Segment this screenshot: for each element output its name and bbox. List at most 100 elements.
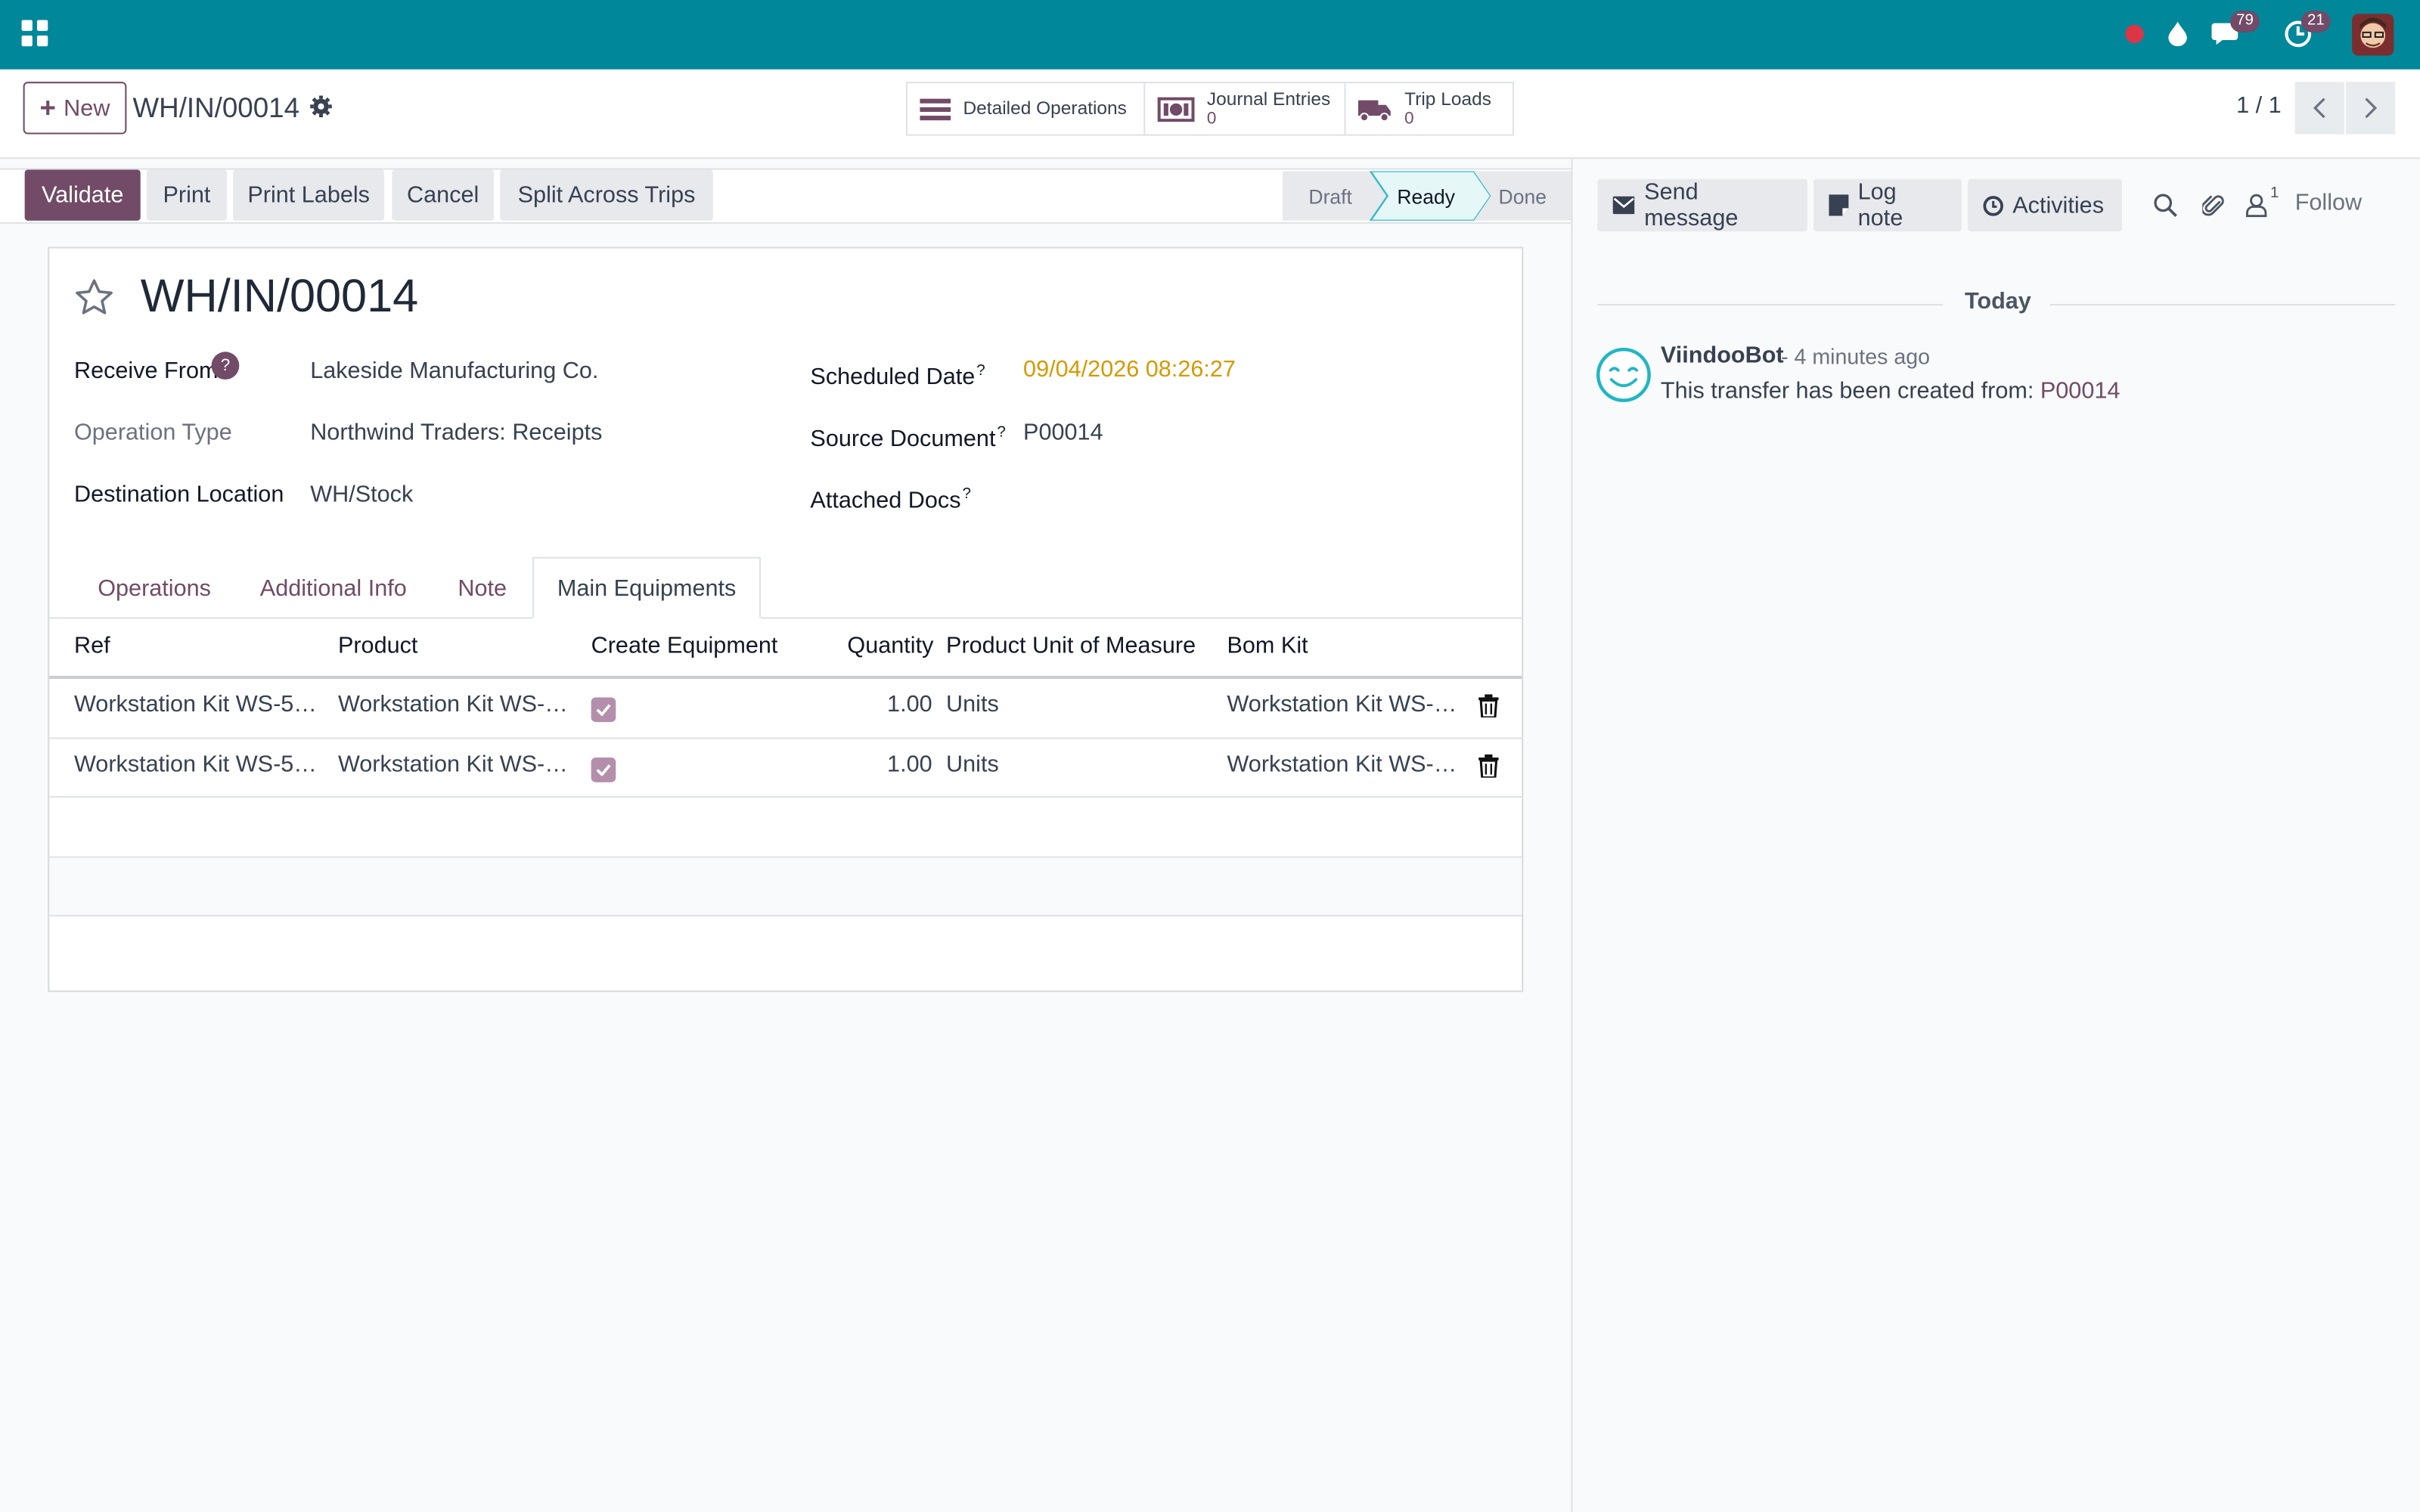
money-icon [1157, 96, 1195, 122]
scheduled-date-value[interactable]: 09/04/2026 08:26:27 [1023, 355, 1236, 386]
stage-ready[interactable]: Ready [1378, 172, 1474, 221]
trip-loads-label: Trip Loads [1404, 87, 1491, 109]
truck-icon [1357, 99, 1391, 122]
tab-additional-info[interactable]: Additional Info [234, 557, 432, 619]
discuss-badge: 79 [2229, 11, 2260, 33]
operation-type-label: Operation Type [73, 420, 232, 446]
scheduled-date-label: Scheduled Date? [810, 362, 985, 391]
row-ref: Workstation Kit WS-50... [73, 691, 321, 717]
receive-from-label: Receive From [73, 358, 219, 385]
row-bom-kit: Workstation Kit WS-5... [1227, 751, 1459, 778]
log-note-button[interactable]: Log note [1813, 178, 1962, 232]
discuss-icon[interactable]: 79 [2208, 11, 2260, 52]
row-quantity: 1.00 [887, 751, 932, 778]
pager-value[interactable]: 1 / 1 [2236, 92, 2282, 119]
stage-draft[interactable]: Draft [1283, 172, 1379, 221]
recording-dot-icon[interactable] [2116, 15, 2153, 52]
new-button[interactable]: + New [23, 82, 127, 135]
message-time: - 4 minutes ago [1781, 344, 1931, 369]
attached-docs-label: Attached Docs? [810, 485, 971, 514]
search-icon[interactable] [2150, 190, 2181, 221]
envelope-icon [1612, 196, 1635, 215]
column-bom-kit[interactable]: Bom Kit [1227, 630, 1308, 664]
list-icon [920, 98, 951, 120]
tab-operations[interactable]: Operations [74, 557, 234, 619]
bot-avatar-icon[interactable] [1596, 347, 1651, 402]
note-icon [1829, 194, 1849, 216]
destination-location-value[interactable]: WH/Stock [310, 480, 413, 511]
message-author[interactable]: ViindooBot [1661, 342, 1784, 369]
help-question-icon[interactable]: ? [211, 352, 240, 380]
source-document-value[interactable]: P00014 [1023, 418, 1103, 449]
row-product: Workstation Kit WS-5... [337, 691, 573, 717]
detailed-operations-button[interactable]: Detailed Operations [908, 83, 1146, 135]
send-message-label: Send message [1644, 178, 1739, 232]
smart-buttons: Detailed Operations Journal Entries 0 Tr… [905, 82, 1515, 136]
chevron-left-icon [2313, 98, 2325, 119]
trip-loads-count: 0 [1404, 108, 1414, 128]
trash-icon[interactable] [1478, 754, 1500, 779]
new-button-label: New [64, 94, 110, 122]
chevron-right-icon [2365, 98, 2378, 119]
send-message-button[interactable]: Send message [1597, 178, 1807, 232]
activities-button[interactable]: Activities [1968, 178, 2123, 232]
date-separator: Today [1964, 288, 2031, 315]
pager-previous-button[interactable] [2294, 82, 2344, 135]
split-across-trips-button[interactable]: Split Across Trips [500, 169, 713, 221]
column-product[interactable]: Product [338, 630, 418, 664]
row-uom: Units [946, 751, 999, 778]
receive-from-value[interactable]: Lakeside Manufacturing Co. [310, 356, 598, 387]
stage-done[interactable]: Done [1478, 172, 1566, 221]
detailed-operations-label: Detailed Operations [963, 97, 1127, 119]
plus-icon: + [39, 92, 56, 124]
gear-icon[interactable] [309, 94, 334, 119]
chatter-divider [1571, 159, 1573, 1512]
tab-main-equipments[interactable]: Main Equipments [532, 556, 762, 619]
destination-location-label: Destination Location [73, 481, 284, 508]
trash-icon[interactable] [1478, 694, 1500, 719]
tab-note[interactable]: Note [432, 557, 532, 619]
source-document-link[interactable]: P00014 [2040, 378, 2121, 404]
top-navbar [0, 0, 2420, 70]
print-button[interactable]: Print [146, 169, 227, 221]
operation-type-value[interactable]: Northwind Traders: Receipts [310, 418, 602, 449]
followers-icon[interactable] [2241, 190, 2272, 221]
breadcrumb-title: WH/IN/00014 [132, 92, 300, 124]
follow-button[interactable]: Follow [2295, 190, 2362, 216]
row-divider [49, 796, 1522, 798]
column-product-uom[interactable]: Product Unit of Measure [946, 630, 1196, 664]
row-ref: Workstation Kit WS-50... [73, 751, 321, 778]
source-document-label: Source Document? [810, 424, 1006, 452]
row-product: Workstation Kit WS-5... [337, 751, 573, 778]
pager-next-button[interactable] [2346, 82, 2396, 135]
log-note-label: Log note [1857, 178, 1903, 232]
create-equipment-checkbox[interactable] [591, 758, 616, 782]
trip-loads-button[interactable]: Trip Loads 0 [1346, 83, 1512, 134]
activity-clock-icon[interactable]: 21 [2279, 11, 2331, 52]
star-icon[interactable] [73, 276, 116, 319]
validate-button[interactable]: Validate [24, 169, 141, 221]
apps-menu-icon[interactable] [21, 20, 48, 47]
print-labels-button[interactable]: Print Labels [233, 169, 385, 221]
create-equipment-checkbox[interactable] [591, 697, 616, 723]
follower-count: 1 [2270, 184, 2279, 203]
row-uom: Units [946, 691, 999, 717]
journal-entries-count: 0 [1206, 108, 1217, 128]
column-create-equipment[interactable]: Create Equipment [591, 630, 778, 664]
column-quantity[interactable]: Quantity [847, 630, 933, 664]
paperclip-icon[interactable] [2198, 190, 2229, 221]
record-name: WH/IN/00014 [140, 271, 419, 323]
clock-icon [1983, 195, 2003, 215]
column-ref[interactable]: Ref [74, 630, 110, 664]
row-bom-kit: Workstation Kit WS-5... [1227, 691, 1459, 717]
date-separator-line [1597, 304, 1944, 306]
empty-row [49, 857, 1522, 916]
cancel-button[interactable]: Cancel [392, 169, 495, 221]
journal-entries-button[interactable]: Journal Entries 0 [1145, 83, 1346, 135]
row-quantity: 1.00 [887, 691, 932, 717]
activities-label: Activities [2012, 192, 2105, 218]
journal-entries-label: Journal Entries [1206, 87, 1331, 109]
user-avatar[interactable] [2352, 14, 2394, 56]
message-body: This transfer has been created from: P00… [1660, 378, 2121, 404]
drop-icon[interactable] [2159, 15, 2196, 52]
